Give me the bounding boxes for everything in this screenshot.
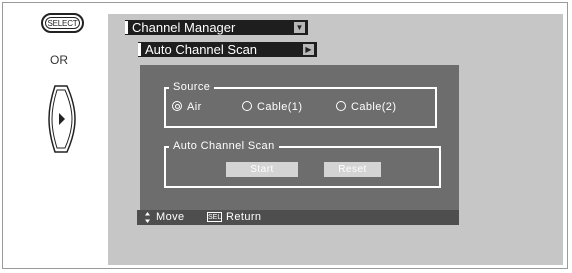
or-label: OR xyxy=(50,53,68,67)
radio-unselected-icon xyxy=(242,101,252,111)
source-title: Source xyxy=(169,80,215,94)
radio-unselected-icon xyxy=(336,101,346,111)
auto-scan-title: Auto Channel Scan xyxy=(169,139,279,153)
right-arrow-icon[interactable] xyxy=(47,84,77,154)
source-group: Source Air Cable(1) Cable(2) xyxy=(164,80,437,128)
source-option-label: Cable(2) xyxy=(351,101,397,113)
radio-selected-icon xyxy=(172,101,182,111)
auto-scan-group: Auto Channel Scan Start Reset xyxy=(164,139,441,188)
menu-title: Channel Manager xyxy=(132,20,236,35)
reset-button[interactable]: Reset xyxy=(324,162,381,177)
select-button[interactable]: SELECT xyxy=(41,13,84,33)
submenu-arrow-icon: ▶ xyxy=(303,44,314,55)
move-hint: Move xyxy=(156,211,185,223)
tv-screen: Channel Manager ▼ Auto Channel Scan ▶ So… xyxy=(108,14,563,265)
submenu-title: Auto Channel Scan xyxy=(145,42,258,57)
status-bar: Move SEL Return xyxy=(137,210,459,225)
source-option-label: Cable(1) xyxy=(257,101,303,113)
scan-panel: Source Air Cable(1) Cable(2) Auto Channe… xyxy=(140,65,459,211)
header-stripe xyxy=(138,43,141,56)
auto-channel-scan-submenu[interactable]: Auto Channel Scan ▶ xyxy=(138,42,317,57)
start-button[interactable]: Start xyxy=(226,162,298,177)
up-down-arrows-icon xyxy=(145,212,150,223)
select-button-label: SELECT xyxy=(45,17,80,29)
remote-hint-panel: SELECT OR xyxy=(0,0,108,273)
source-option-label: Air xyxy=(187,101,202,113)
dropdown-arrow-icon: ▼ xyxy=(294,22,305,33)
sel-key-icon: SEL xyxy=(207,212,222,222)
channel-manager-menu[interactable]: Channel Manager ▼ xyxy=(125,20,308,35)
header-stripe xyxy=(125,21,128,34)
return-hint: Return xyxy=(226,211,262,223)
